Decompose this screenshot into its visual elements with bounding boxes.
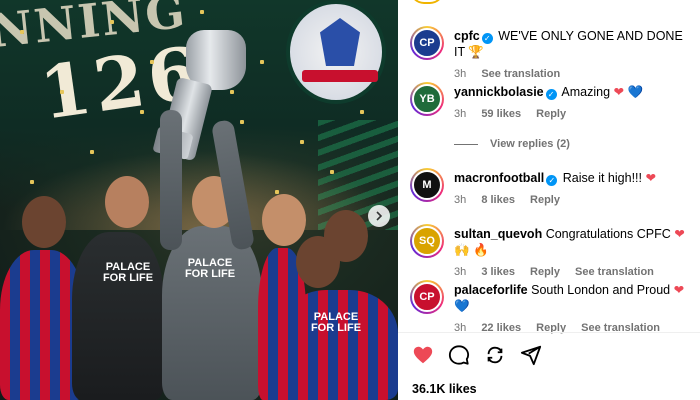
carousel-next-button[interactable] xyxy=(368,205,390,227)
avatar[interactable]: M xyxy=(410,168,444,202)
player-keeper-dark-head xyxy=(105,176,149,228)
post-likes-count[interactable]: 36.1K likes xyxy=(412,382,477,396)
comment-username[interactable]: yannickbolasie xyxy=(454,85,544,99)
divider xyxy=(398,332,700,333)
view-replies-label: View replies (2) xyxy=(490,138,570,150)
comment-text: South London and Proud xyxy=(531,283,671,297)
eagle-icon xyxy=(320,18,360,66)
comments-panel: CP cpfc ✓ WE'VE ONLY GONE AND DONE IT 🏆 3… xyxy=(398,0,700,400)
comment-likes[interactable]: 59 likes xyxy=(481,108,521,120)
heart-red-emoji: ❤ xyxy=(613,85,625,99)
crest-ribbon xyxy=(302,70,378,82)
avatar[interactable]: CP xyxy=(410,280,444,314)
heart-red-emoji: ❤ xyxy=(673,283,685,297)
share-icon[interactable] xyxy=(520,344,542,366)
player-keeper-dark xyxy=(72,232,164,400)
comment-time: 3h xyxy=(454,266,467,278)
heart-red-emoji: ❤ xyxy=(674,227,685,241)
sponsor-right: PALACE FOR LIFE xyxy=(310,311,362,334)
reply-button[interactable]: Reply xyxy=(530,194,560,206)
see-translation-button[interactable]: See translation xyxy=(481,68,560,80)
previous-avatar-stub xyxy=(410,0,444,4)
comment-username[interactable]: palaceforlife xyxy=(454,283,528,297)
reply-button[interactable]: Reply xyxy=(530,266,560,278)
player-left-head xyxy=(22,196,66,248)
comment-likes[interactable]: 8 likes xyxy=(481,194,515,206)
player-back-right-head xyxy=(262,194,306,246)
verified-badge-icon: ✓ xyxy=(546,175,558,186)
goalkeeper-arm xyxy=(160,110,182,250)
celebration-emoji: 🙌 🔥 xyxy=(454,243,489,257)
avatar-initial: YB xyxy=(412,84,442,114)
view-replies-button[interactable]: View replies (2) xyxy=(454,138,570,150)
see-translation-button[interactable]: See translation xyxy=(575,266,654,278)
avatar-initial: SQ xyxy=(412,226,442,256)
heart-blue-emoji: 💙 xyxy=(627,85,644,99)
avatar[interactable]: CP xyxy=(410,26,444,60)
comment-time: 3h xyxy=(454,194,467,206)
post-image[interactable]: NNING 126 PALACE FOR LIFE PALACE FOR LIF… xyxy=(0,0,398,400)
trophy-emoji: 🏆 xyxy=(468,45,484,59)
comment-username[interactable]: macronfootball xyxy=(454,171,544,185)
reply-button[interactable]: Reply xyxy=(536,108,566,120)
comment-text: Congratulations CPFC xyxy=(545,227,671,241)
post-actions-bar xyxy=(412,344,542,366)
avatar-initial: M xyxy=(412,170,442,200)
verified-badge-icon: ✓ xyxy=(481,33,493,44)
player-far-right-head xyxy=(324,210,368,262)
player-front-right xyxy=(278,290,398,400)
club-crest xyxy=(286,0,386,104)
repost-icon[interactable] xyxy=(484,344,506,366)
player-goalkeeper xyxy=(162,226,262,400)
comment-likes[interactable]: 3 likes xyxy=(481,266,515,278)
sponsor-center: PALACE FOR LIFE xyxy=(184,257,236,280)
comment-time: 3h xyxy=(454,68,467,80)
comment-icon[interactable] xyxy=(448,344,470,366)
comment-text: Raise it high!!! xyxy=(562,171,642,185)
heart-red-emoji: ❤ xyxy=(645,171,656,185)
sponsor-left: PALACE FOR LIFE xyxy=(102,261,154,284)
chevron-right-icon xyxy=(376,211,383,221)
comment-username[interactable]: sultan_quevoh xyxy=(454,227,542,241)
comment-time: 3h xyxy=(454,108,467,120)
verified-badge-icon: ✓ xyxy=(545,89,557,100)
heart-filled-icon[interactable] xyxy=(412,344,434,366)
replies-line xyxy=(454,143,478,145)
avatar[interactable]: YB xyxy=(410,82,444,116)
avatar-initial: CP xyxy=(412,28,442,58)
avatar[interactable]: SQ xyxy=(410,224,444,258)
heart-blue-emoji: 💙 xyxy=(454,299,470,313)
comment-text: Amazing xyxy=(561,85,611,99)
comment-username[interactable]: cpfc xyxy=(454,29,480,43)
avatar-initial: CP xyxy=(412,282,442,312)
